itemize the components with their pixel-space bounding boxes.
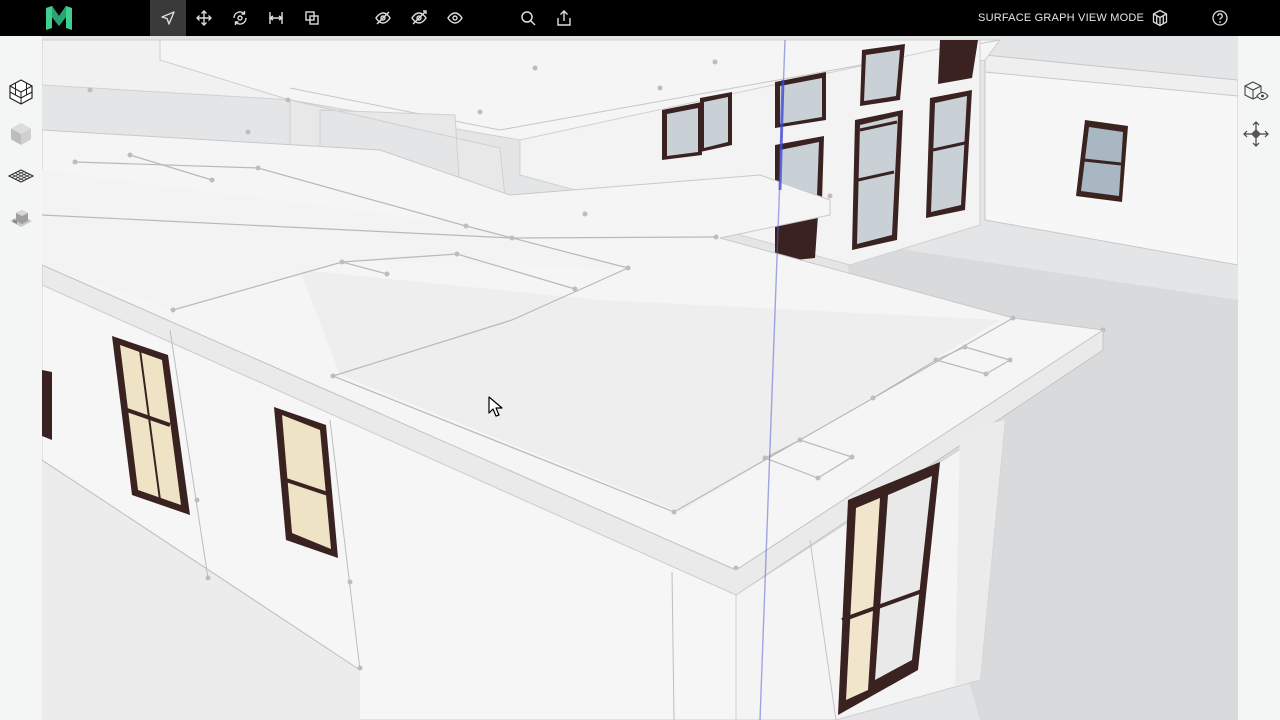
dollhouse-icon — [10, 210, 32, 227]
building-model-render — [42, 36, 1238, 720]
cube-eye-icon — [1244, 81, 1269, 101]
search-icon — [521, 11, 536, 26]
view-mode-label: SURFACE GRAPH VIEW MODE — [978, 12, 1144, 24]
cube-solid-icon — [11, 123, 31, 145]
crosshair-arrows-icon — [1243, 121, 1269, 147]
3d-viewport[interactable] — [42, 36, 1238, 720]
share-tool-button[interactable] — [546, 0, 582, 36]
view-solid-button[interactable] — [5, 118, 37, 150]
visibility-toggle-button[interactable] — [1240, 76, 1272, 108]
view-mode-button[interactable] — [1142, 0, 1178, 36]
cursor-arrow-icon — [161, 11, 175, 25]
hide-tool-button[interactable] — [365, 0, 401, 36]
measure-tool-button[interactable] — [258, 0, 294, 36]
measure-icon — [268, 12, 284, 24]
app-logo-m-icon[interactable] — [44, 4, 74, 32]
share-icon — [557, 10, 571, 26]
eye-slash-alt-icon — [411, 10, 427, 25]
view-dollhouse-button[interactable] — [5, 202, 37, 234]
move-arrows-icon — [196, 10, 212, 26]
top-toolbar: SURFACE GRAPH VIEW MODE — [0, 0, 1280, 36]
eye-slash-icon — [375, 11, 391, 25]
cube-wireframe-icon — [1152, 9, 1168, 27]
orbit-tool-button[interactable] — [222, 0, 258, 36]
help-circle-icon — [1212, 10, 1228, 26]
move-tool-button[interactable] — [186, 0, 222, 36]
window-right — [1076, 120, 1128, 202]
right-tool-rail — [1238, 36, 1280, 720]
section-tool-button[interactable] — [294, 0, 330, 36]
orbit-icon — [233, 11, 247, 25]
view-mode-rail — [0, 36, 42, 720]
view-mesh-button[interactable] — [5, 76, 37, 108]
cube-wireframe-icon — [9, 79, 33, 105]
recenter-button[interactable] — [1240, 118, 1272, 150]
show-all-tool-button[interactable] — [437, 0, 473, 36]
select-tool-button[interactable] — [150, 0, 186, 36]
view-floorplan-button[interactable] — [5, 160, 37, 192]
section-box-icon — [305, 11, 319, 25]
mouse-pointer-icon — [488, 396, 503, 417]
eye-icon — [447, 12, 463, 24]
isolate-tool-button[interactable] — [401, 0, 437, 36]
help-button[interactable] — [1202, 0, 1238, 36]
grid-plane-icon — [7, 169, 35, 183]
search-tool-button[interactable] — [510, 0, 546, 36]
